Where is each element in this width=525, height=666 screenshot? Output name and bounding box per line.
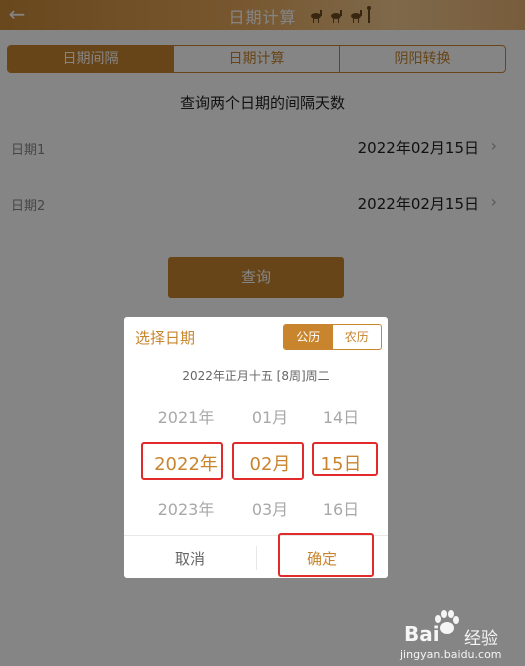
year-option[interactable]: 2021年	[146, 404, 226, 428]
cancel-button[interactable]: 取消	[124, 548, 256, 569]
date-picker-dialog: 选择日期 公历 农历 2022年正月十五 [8周]周二 2021年 2022年 …	[124, 317, 388, 578]
watermark-brand-suffix: 经验	[464, 629, 498, 649]
baidu-jingyan-watermark: Bai 经验 jingyan.baidu.com	[398, 610, 518, 661]
dialog-title: 选择日期	[135, 329, 196, 347]
day-option[interactable]: 16日	[310, 496, 372, 520]
month-option[interactable]: 03月	[232, 496, 308, 520]
watermark-url: jingyan.baidu.com	[400, 648, 502, 661]
year-highlight-box	[141, 442, 223, 480]
watermark-brand: Bai	[404, 622, 440, 646]
day-option[interactable]: 14日	[310, 404, 372, 428]
solar-calendar-button[interactable]: 公历	[284, 325, 333, 349]
month-highlight-box	[232, 442, 304, 480]
year-option[interactable]: 2023年	[146, 496, 226, 520]
calendar-type-toggle: 公历 农历	[283, 324, 382, 350]
lunar-calendar-button[interactable]: 农历	[333, 325, 382, 349]
day-highlight-box	[312, 442, 378, 476]
selected-date-summary: 2022年正月十五 [8周]周二	[182, 369, 330, 383]
month-option[interactable]: 01月	[232, 404, 308, 428]
confirm-highlight-box	[278, 533, 374, 577]
